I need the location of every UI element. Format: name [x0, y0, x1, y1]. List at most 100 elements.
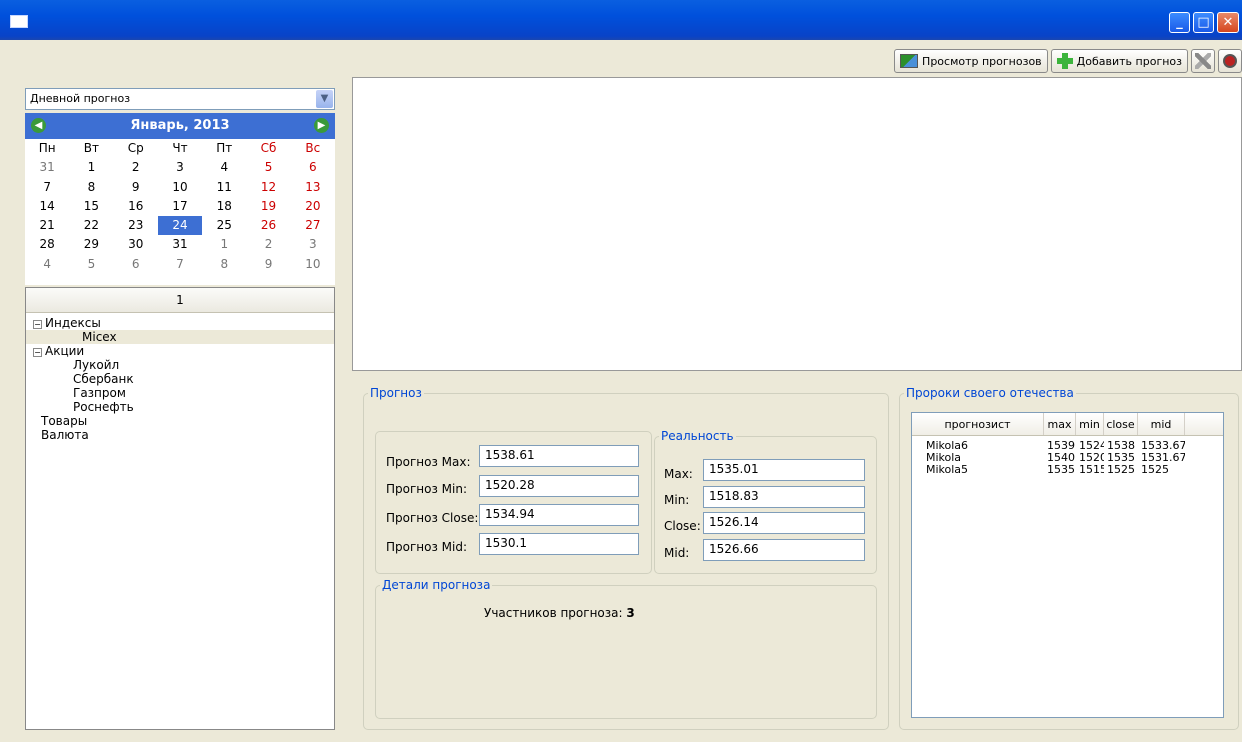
- tree-item-rosneft[interactable]: Роснефть: [33, 400, 334, 414]
- calendar-day[interactable]: 15: [69, 197, 113, 216]
- prophets-group-title: Пророки своего отечества: [906, 386, 1074, 400]
- tree-item-stocks[interactable]: − Акции: [33, 344, 334, 358]
- calendar-day[interactable]: 24: [157, 216, 203, 236]
- prev-month-icon[interactable]: ◀: [31, 118, 46, 133]
- calendar-day[interactable]: 2: [114, 158, 158, 177]
- calendar-day[interactable]: 7: [158, 255, 202, 274]
- calendar-day[interactable]: 11: [202, 178, 246, 197]
- calendar-day[interactable]: 1: [69, 158, 113, 177]
- reality-max-field[interactable]: 1535.01: [703, 459, 865, 481]
- tree-header: 1: [26, 288, 334, 313]
- maximize-button[interactable]: □: [1193, 12, 1214, 33]
- calendar-day[interactable]: 21: [25, 216, 69, 235]
- calendar-day[interactable]: 7: [25, 178, 69, 197]
- calendar-day[interactable]: 20: [291, 197, 335, 216]
- calendar-day[interactable]: 31: [25, 158, 69, 177]
- calendar-day[interactable]: 10: [158, 178, 202, 197]
- calendar-day[interactable]: 29: [69, 235, 113, 254]
- tools-icon: [1195, 53, 1211, 69]
- calendar-day[interactable]: 31: [158, 235, 202, 254]
- reality-mid-field[interactable]: 1526.66: [703, 539, 865, 561]
- reality-mid-label: Mid:: [664, 546, 690, 560]
- table-cell: Mikola6: [926, 440, 969, 452]
- calendar-day[interactable]: 3: [291, 235, 335, 254]
- calendar-day[interactable]: 8: [69, 178, 113, 197]
- calendar-day[interactable]: 9: [246, 255, 290, 274]
- weekday-header: Сб: [260, 141, 277, 155]
- chevron-down-icon[interactable]: ▼: [316, 90, 333, 108]
- calendar-header: ◀ Январь, 2013 ▶: [25, 113, 335, 139]
- calendar: ◀ Январь, 2013 ▶ Пн Вт Ср Чт Пт Сб Вс 31 1 2 3 4 5 6 7…: [25, 113, 335, 285]
- calendar-day[interactable]: 6: [114, 255, 158, 274]
- forecasters-table-body: Mikola6 1539 1524 1538 1533.67 Mikola 1540 1520…: [912, 436, 1223, 476]
- calendar-title: Январь, 2013: [130, 118, 230, 133]
- calendar-day[interactable]: 19: [246, 197, 290, 216]
- calendar-day[interactable]: 12: [246, 178, 290, 197]
- calendar-day[interactable]: 18: [202, 197, 246, 216]
- calendar-day[interactable]: 30: [114, 235, 158, 254]
- calendar-day[interactable]: 1: [202, 235, 246, 254]
- forecast-max-field[interactable]: 1538.61: [479, 445, 639, 467]
- table-cell: Mikola: [926, 452, 962, 464]
- calendar-day[interactable]: 25: [202, 216, 246, 235]
- tree-item-indexes[interactable]: − Индексы: [33, 316, 334, 330]
- tree-item-sberbank[interactable]: Сбербанк: [33, 372, 334, 386]
- calendar-day[interactable]: 5: [69, 255, 113, 274]
- calendar-day[interactable]: 16: [114, 197, 158, 216]
- forecast-mid-field[interactable]: 1530.1: [479, 533, 639, 555]
- chart-icon: [900, 54, 919, 68]
- table-row[interactable]: Mikola5 1535 1515 1525 1525: [912, 464, 1223, 476]
- table-row[interactable]: Mikola 1540 1520 1535 1531.67: [912, 452, 1223, 464]
- add-forecast-label: Добавить прогноз: [1076, 54, 1182, 68]
- weekday-header: Вс: [305, 141, 321, 155]
- column-header[interactable]: min: [1076, 413, 1104, 435]
- reality-min-field[interactable]: 1518.83: [703, 486, 865, 508]
- tree-item-lukoil[interactable]: Лукойл: [33, 358, 334, 372]
- column-header[interactable]: прогнозист: [912, 413, 1044, 435]
- calendar-day[interactable]: 2: [246, 235, 290, 254]
- calendar-day[interactable]: 9: [114, 178, 158, 197]
- collapse-icon[interactable]: −: [33, 348, 42, 357]
- forecast-type-select[interactable]: Дневной прогноз ▼: [25, 88, 335, 110]
- table-cell: 1538: [1107, 440, 1135, 452]
- calendar-day[interactable]: 4: [25, 255, 69, 274]
- forecast-close-field[interactable]: 1534.94: [479, 504, 639, 526]
- close-button[interactable]: ✕: [1217, 12, 1239, 33]
- tree-item-goods[interactable]: Товары: [33, 414, 334, 428]
- column-header[interactable]: close: [1104, 413, 1138, 435]
- settings-button[interactable]: [1191, 49, 1215, 73]
- column-header[interactable]: mid: [1138, 413, 1185, 435]
- calendar-day[interactable]: 13: [291, 178, 335, 197]
- reality-close-field[interactable]: 1526.14: [703, 512, 865, 534]
- instrument-tree: 1 − Индексы Micex − Акции Лукойл Сбербанк …: [25, 287, 335, 730]
- table-row[interactable]: Mikola6 1539 1524 1538 1533.67: [912, 440, 1223, 452]
- calendar-day[interactable]: 10: [291, 255, 335, 274]
- calendar-day[interactable]: 26: [246, 216, 290, 235]
- next-month-icon[interactable]: ▶: [314, 118, 329, 133]
- forecast-min-field[interactable]: 1520.28: [479, 475, 639, 497]
- calendar-day[interactable]: 27: [291, 216, 335, 235]
- forecast-close-label: Прогноз Close:: [386, 511, 479, 525]
- calendar-day[interactable]: 23: [114, 216, 158, 235]
- tree-item-gazprom[interactable]: Газпром: [33, 386, 334, 400]
- calendar-day[interactable]: 14: [25, 197, 69, 216]
- calendar-day[interactable]: 3: [158, 158, 202, 177]
- calendar-day[interactable]: 4: [202, 158, 246, 177]
- tree-item-micex[interactable]: Micex: [26, 330, 334, 344]
- participants-label: Участников прогноза:: [484, 606, 623, 620]
- calendar-day[interactable]: 8: [202, 255, 246, 274]
- column-header[interactable]: max: [1044, 413, 1076, 435]
- exit-button[interactable]: [1218, 49, 1242, 73]
- calendar-day[interactable]: 5: [246, 158, 290, 177]
- calendar-day[interactable]: 17: [158, 197, 202, 216]
- view-forecasts-button[interactable]: Просмотр прогнозов: [894, 49, 1048, 73]
- calendar-day[interactable]: 28: [25, 235, 69, 254]
- calendar-day[interactable]: 6: [291, 158, 335, 177]
- forecast-min-label: Прогноз Min:: [386, 482, 468, 496]
- tree-item-currency[interactable]: Валюта: [33, 428, 334, 442]
- add-forecast-button[interactable]: Добавить прогноз: [1050, 49, 1188, 73]
- minimize-button[interactable]: _: [1169, 12, 1190, 33]
- collapse-icon[interactable]: −: [33, 320, 42, 329]
- weekday-header: Чт: [172, 141, 188, 155]
- calendar-day[interactable]: 22: [69, 216, 113, 235]
